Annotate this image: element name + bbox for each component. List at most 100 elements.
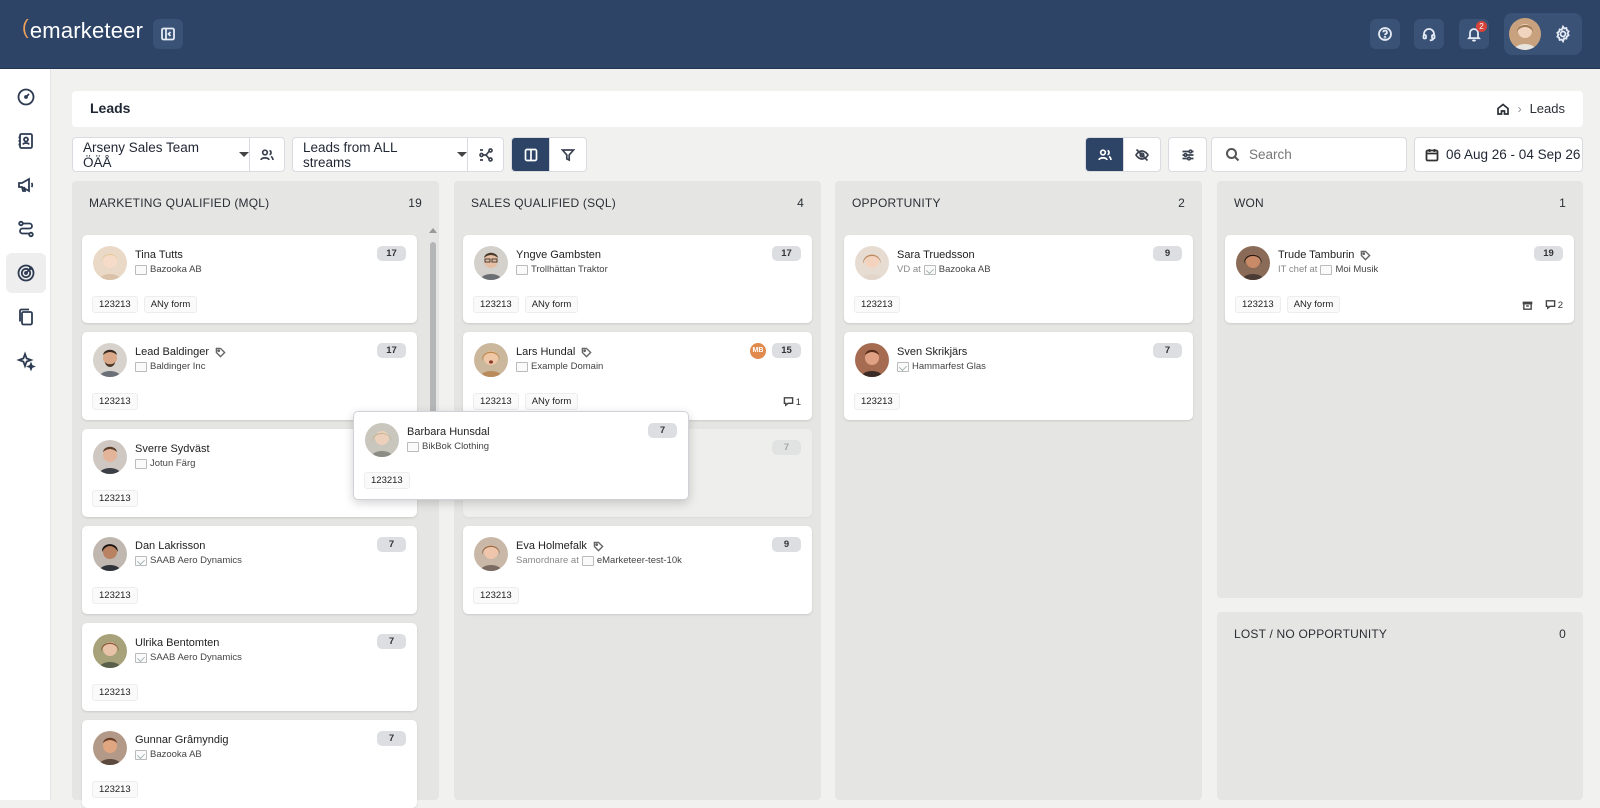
lead-name: Lars Hundal: [516, 346, 576, 358]
filter-icon: [560, 148, 576, 161]
user-avatar[interactable]: [1509, 18, 1541, 50]
users-icon: [1097, 148, 1112, 160]
lead-card[interactable]: Gunnar Grâmyndig Bazooka AB 7 123213: [82, 720, 417, 808]
lead-tag-pill: 123213: [854, 393, 900, 410]
dragging-lead-card[interactable]: Barbara Hunsdal BikBok Clothing 7 123213: [353, 411, 689, 500]
comments-indicator[interactable]: 2: [1545, 299, 1563, 311]
lead-company: Example Domain: [531, 361, 604, 372]
lead-tag-pill: 123213: [364, 472, 410, 489]
scrollbar-thumb[interactable]: [430, 242, 436, 420]
brand-logo[interactable]: (emarketeer: [22, 17, 143, 44]
home-icon[interactable]: [1496, 102, 1510, 116]
search-input[interactable]: [1249, 147, 1399, 162]
lead-avatar: [93, 634, 127, 668]
lead-job-title: IT chef at: [1278, 264, 1318, 275]
board-settings-button[interactable]: [1169, 138, 1206, 171]
lead-card[interactable]: Eva Holmefalk Samordnare at eMarketeer-te…: [463, 526, 812, 614]
settings-button[interactable]: [1548, 19, 1578, 49]
tag-icon[interactable]: [1360, 250, 1372, 261]
lead-company: SAAB Aero Dynamics: [150, 555, 242, 566]
archive-icon[interactable]: [1522, 300, 1533, 311]
sidebar-item-leads[interactable]: [6, 253, 46, 293]
lead-avatar: [93, 343, 127, 377]
owner-avatar-badge[interactable]: MB: [750, 343, 766, 359]
lead-score-badge: 9: [772, 537, 801, 552]
lead-tag-pill: ANy form: [143, 296, 198, 313]
column-header: OPPORTUNITY 2: [852, 196, 1185, 210]
company-logo-icon: [1320, 264, 1333, 275]
comments-indicator[interactable]: 1: [783, 396, 801, 408]
lead-card[interactable]: Sven Skrikjärs Hammarfest Glas 7 123213: [844, 332, 1193, 420]
hide-button[interactable]: [1123, 138, 1160, 171]
lead-card[interactable]: Yngve Gambsten Trollhättan Traktor 17 12…: [463, 235, 812, 323]
streams-button[interactable]: [467, 138, 503, 171]
column-title: SALES QUALIFIED (SQL): [471, 196, 616, 210]
lead-card[interactable]: Ulrika Bentomten SAAB Aero Dynamics 7 12…: [82, 623, 417, 711]
lead-avatar: [855, 343, 889, 377]
support-button[interactable]: [1414, 19, 1444, 49]
sidebar-item-contacts[interactable]: [6, 121, 46, 161]
lead-score-badge: 15: [772, 343, 801, 358]
sidebar-item-dashboard[interactable]: [6, 77, 46, 117]
lead-company: Moi Musik: [1335, 264, 1379, 275]
lead-tag-pill: 123213: [92, 781, 138, 798]
sidebar-toggle-icon: [161, 27, 175, 41]
lead-card[interactable]: Tina Tutts Bazooka AB 17 123213 ANy form: [82, 235, 417, 323]
tag-icon[interactable]: [215, 347, 226, 358]
sidebar-item-ai[interactable]: [6, 341, 46, 381]
column-count: 4: [797, 196, 804, 210]
company-logo-icon: [135, 749, 147, 760]
lead-company: Trollhättan Traktor: [531, 264, 608, 275]
headset-icon: [1422, 28, 1436, 42]
tag-icon[interactable]: [593, 541, 604, 552]
help-button[interactable]: [1370, 19, 1400, 49]
sidebar-toggle-button[interactable]: [153, 19, 183, 49]
company-logo-icon: [135, 555, 147, 566]
company-logo-icon: [135, 361, 147, 372]
lead-avatar: [855, 246, 889, 280]
lead-tag-pill: 123213: [92, 587, 138, 604]
lead-card[interactable]: Dan Lakrisson SAAB Aero Dynamics 7 12321…: [82, 526, 417, 614]
column-header: SALES QUALIFIED (SQL) 4: [471, 196, 804, 210]
show-people-button[interactable]: [1086, 138, 1123, 171]
notifications-button[interactable]: 2: [1459, 19, 1489, 49]
lead-card[interactable]: Lars Hundal Example Domain MB 15 123213 A…: [463, 332, 812, 420]
filter-button[interactable]: [549, 138, 586, 171]
lead-name: Tina Tutts: [135, 249, 183, 261]
date-range-picker[interactable]: 06 Aug 26 - 04 Sep 26: [1414, 137, 1583, 172]
company-logo-icon: [923, 264, 936, 275]
chevron-down-icon[interactable]: [238, 152, 249, 157]
lead-tag-pill: 123213: [473, 296, 519, 313]
team-members-button[interactable]: [248, 138, 284, 171]
lead-avatar: [1236, 246, 1270, 280]
lead-card[interactable]: Lead Baldinger Baldinger Inc 17 123213: [82, 332, 417, 420]
lead-tag-pill: ANy form: [1286, 296, 1341, 313]
megaphone-icon: [18, 177, 34, 193]
column-count: 19: [408, 196, 422, 210]
lead-name: Barbara Hunsdal: [407, 426, 490, 438]
comment-count: 1: [795, 397, 801, 408]
breadcrumb-current: Leads: [1529, 101, 1565, 116]
company-logo-icon: [516, 264, 528, 275]
tag-icon[interactable]: [581, 347, 592, 358]
column-scrollbar[interactable]: [428, 226, 438, 800]
branch-icon: [478, 147, 493, 162]
sidebar-item-automation[interactable]: [6, 209, 46, 249]
sidebar-item-campaigns[interactable]: [6, 165, 46, 205]
column-title: OPPORTUNITY: [852, 196, 941, 210]
board-view-button[interactable]: [512, 138, 549, 171]
eye-off-icon: [1135, 148, 1149, 161]
column-header: LOST / NO OPPORTUNITY 0: [1234, 627, 1566, 641]
chevron-down-icon[interactable]: [457, 152, 468, 157]
company-logo-icon: [516, 361, 528, 372]
lead-score-badge: 7: [1153, 343, 1182, 358]
lead-score-badge: 7: [377, 537, 406, 552]
lead-card[interactable]: Trude Tamburin IT chef at Moi Musik 19 12…: [1225, 235, 1574, 323]
stream-select[interactable]: Leads from ALL streams: [293, 140, 447, 170]
sidebar-item-content[interactable]: [6, 297, 46, 337]
team-select[interactable]: Arseny Sales Team ÖÄÅ: [73, 140, 229, 170]
lead-card[interactable]: Sara Truedsson VD at Bazooka AB 9 123213: [844, 235, 1193, 323]
scroll-up-arrow-icon[interactable]: [429, 228, 437, 233]
lead-company: Bazooka AB: [938, 264, 991, 275]
comment-count: 2: [1557, 300, 1563, 311]
